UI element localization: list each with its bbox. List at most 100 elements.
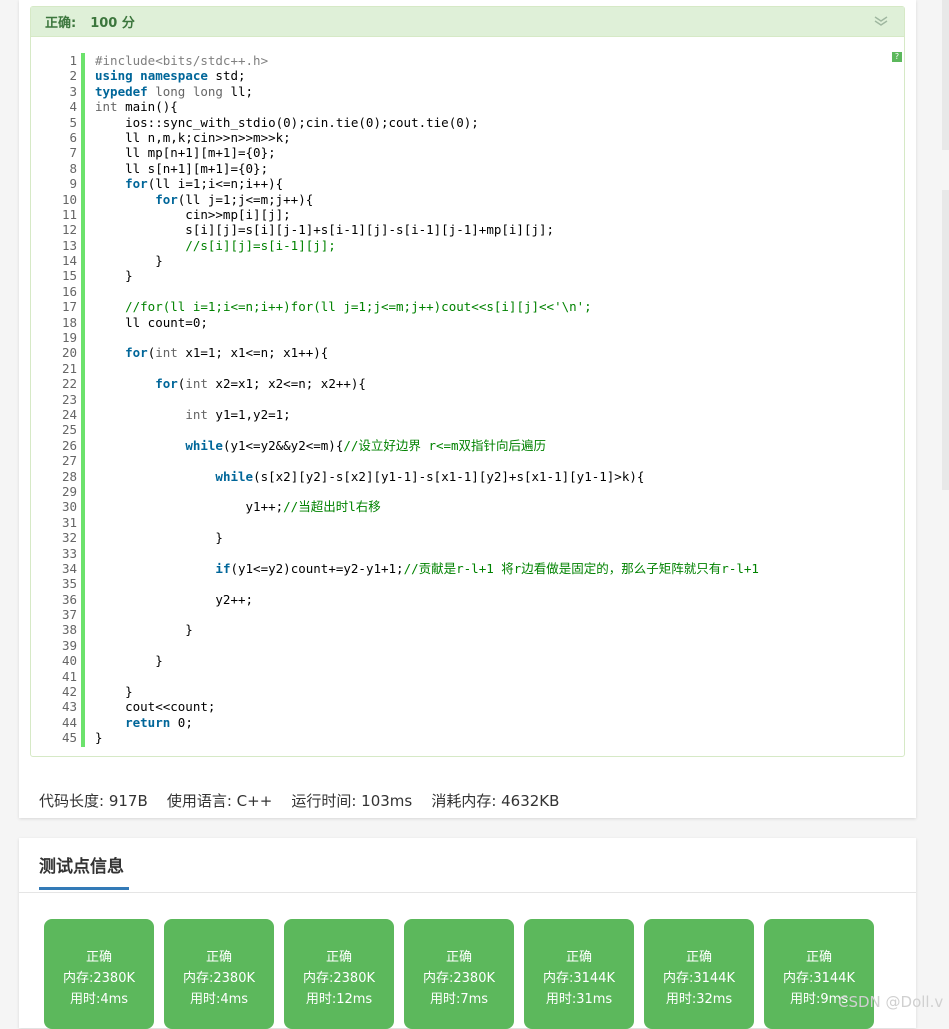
line-number: 24 (61, 406, 77, 422)
test-case-tile[interactable]: 正确 内存:3144K 用时:32ms (644, 919, 754, 1029)
right-edge-panel (942, 190, 949, 490)
line-number: 43 (61, 699, 77, 715)
line-number: 28 (61, 468, 77, 484)
test-case-tile[interactable]: 正确内存:2380K 用时:7ms (404, 919, 514, 1029)
line-number: 21 (61, 360, 77, 376)
line-number: 16 (61, 283, 77, 299)
language: 使用语言: C++ (166, 792, 273, 810)
code-viewer: 1 2 3 4 5 6 7 8 9 10 11 12 13 14 15 16 17 18 19 20 21 22 23 24 2… (47, 53, 887, 748)
line-number: 38 (61, 622, 77, 638)
line-number: 40 (61, 653, 77, 669)
test-case-status: 正确 (445, 950, 472, 965)
test-case-status: 正确 (205, 950, 232, 965)
code-line: if(y1<=y2)count+=y2-y1+1;//贡献是r-l+1 将r边看… (215, 560, 759, 576)
test-case-memory: 内存:2380K (303, 971, 375, 986)
test-case-time: 用时:32ms (665, 992, 733, 1007)
result-status: 正确: (45, 16, 77, 31)
line-number: 26 (61, 437, 77, 453)
result-score: 100 分 (90, 16, 135, 31)
tab-underline (39, 887, 129, 890)
stats-row: 代码长度: 917B 使用语言: C++ 运行时间: 103ms 消耗内存: 4… (39, 790, 559, 811)
line-number: 4 (69, 99, 77, 115)
test-case-memory: 内存:2380K (183, 971, 255, 986)
code-line: //s[i][j]=s[i-1][j]; (185, 237, 336, 253)
line-number: 19 (61, 330, 77, 346)
code-lines: #include<bits/stdc++.h> using namespace s… (95, 53, 759, 746)
line-number: 22 (61, 376, 77, 392)
test-case-tile[interactable]: 正确 内存:2380K 用时:4ms (44, 919, 154, 1029)
line-number: 17 (61, 299, 77, 315)
line-number: 11 (61, 206, 77, 222)
code-line: ll count=0; (95, 314, 208, 330)
line-number: 13 (61, 237, 77, 253)
line-number: 12 (61, 222, 77, 238)
watermark: CSDN @Doll.v (838, 993, 944, 1011)
code-line: } (95, 530, 223, 546)
result-header: 正确: 100 分 (31, 7, 904, 37)
double-chevron-down-icon[interactable] (872, 13, 890, 29)
code-line: } (95, 622, 193, 638)
line-number: 32 (61, 530, 77, 546)
test-case-memory: 内存:2380K (423, 971, 495, 986)
tests-title[interactable]: 测试点信息 (39, 852, 124, 877)
memory-usage: 消耗内存: 4632KB (431, 792, 560, 810)
test-case-tile[interactable]: 正确内存:2380K 用时:4ms (164, 919, 274, 1029)
test-case-time: 用时:12ms (305, 992, 373, 1007)
test-case-status: 正确 (85, 950, 112, 965)
line-number: 8 (69, 160, 77, 176)
line-number-gutter: 1 2 3 4 5 6 7 8 9 10 11 12 13 14 15 16 17 18 19 20 21 22 23 24 2… (47, 53, 77, 746)
line-number: 1 (69, 53, 77, 68)
test-case-tile[interactable]: 正确 内存:3144K 用时:31ms (524, 919, 634, 1029)
line-number: 20 (61, 345, 77, 361)
code-line: for(int x2=x1; x2<=n; x2++){ (155, 376, 366, 392)
code-line: return 0; (125, 714, 193, 730)
line-number: 44 (61, 714, 77, 730)
code-line: int main(){ (95, 99, 178, 115)
test-case-tile[interactable]: 正确内存:2380K 用时:12ms (284, 919, 394, 1029)
test-points-card: 测试点信息 正确内存:2380K 用时:4ms 正确内存:2380K 用时:4ms 正确… (19, 838, 916, 1029)
line-number: 37 (61, 607, 77, 623)
line-number: 27 (61, 453, 77, 469)
test-case-memory: 内存:3144K (663, 971, 735, 986)
line-number: 2 (69, 68, 77, 84)
code-line: } (95, 653, 163, 669)
line-number: 25 (61, 422, 77, 438)
line-number: 39 (61, 637, 77, 653)
line-number: 45 (61, 730, 77, 746)
test-case-time: 用时:4ms (69, 992, 129, 1007)
submission-card: 正确: 100 分 ? 1 2 3 4 5 6 7 8 9 10 11 12 13 14 15 16 17 18 1… (19, 0, 916, 818)
code-line: y1++;//当超出时l右移 (95, 499, 381, 515)
code-line: } (95, 684, 133, 700)
test-case-time: 用时:7ms (429, 992, 489, 1007)
test-case-time: 用时:4ms (189, 992, 249, 1007)
code-line: } (95, 253, 163, 269)
code-line: ll n,m,k;cin>>n>>m>>k; (95, 129, 291, 145)
line-number: 10 (61, 191, 77, 207)
right-edge-panel (942, 0, 949, 150)
line-number: 41 (61, 668, 77, 684)
question-mark-icon[interactable]: ? (892, 52, 902, 62)
code-line: cin>>mp[i][j]; (95, 206, 291, 222)
code-line: } (95, 268, 133, 284)
code-line: for(ll i=1;i<=n;i++){ (125, 176, 284, 192)
divider (19, 892, 916, 893)
code-line: typedef long long ll; (95, 83, 254, 99)
test-case-memory: 内存:3144K (783, 971, 855, 986)
code-line: #include<bits/stdc++.h> (95, 53, 269, 68)
run-time: 运行时间: 103ms (291, 792, 413, 810)
code-line: } (95, 730, 103, 746)
line-number: 14 (61, 253, 77, 269)
test-case-tile[interactable]: 正确 内存:3144K 用时:9ms (764, 919, 874, 1029)
code-line: using namespace std; (95, 68, 246, 84)
line-number: 42 (61, 684, 77, 700)
line-number: 23 (61, 391, 77, 407)
test-case-status: 正确 (325, 950, 352, 965)
line-number: 6 (69, 129, 77, 145)
